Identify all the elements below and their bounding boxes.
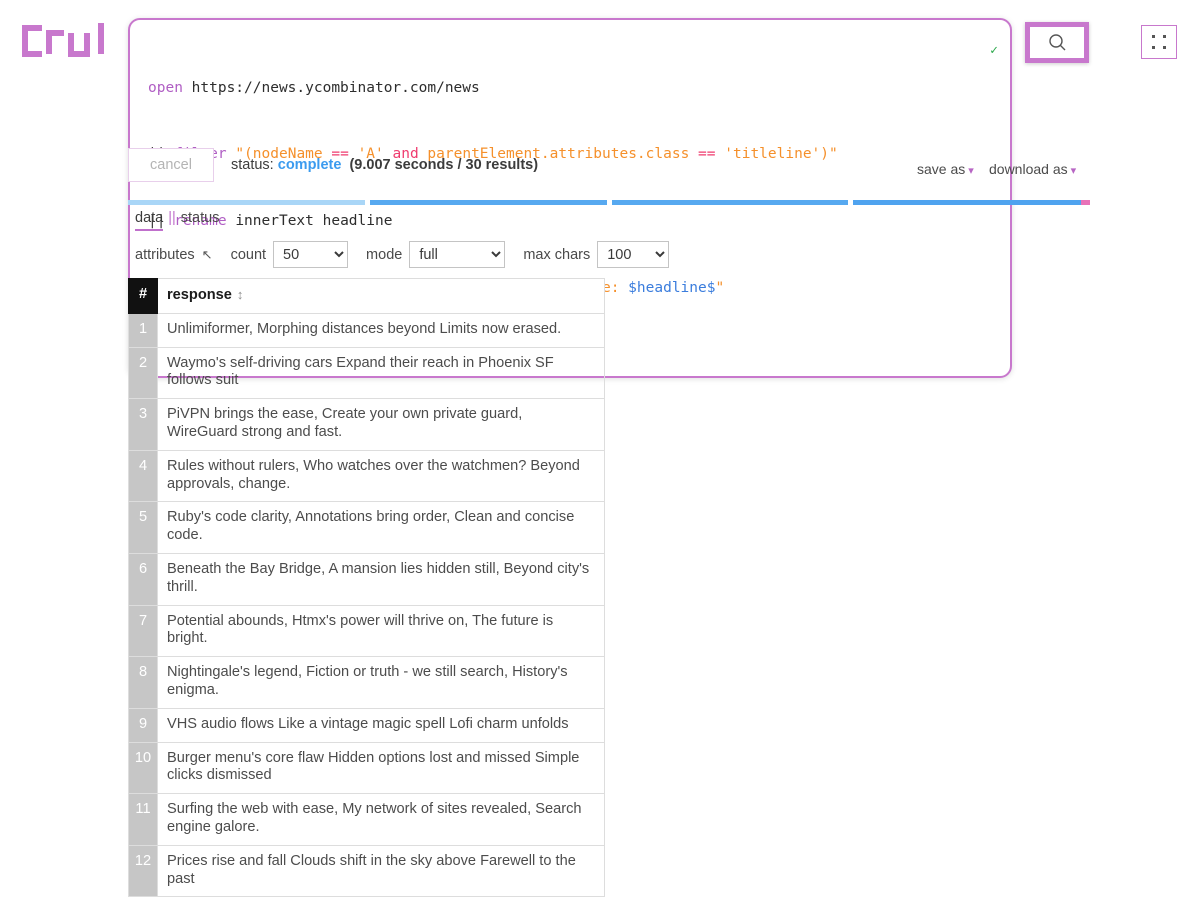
row-response: Burger menu's core flaw Hidden options l… [157, 741, 605, 795]
cancel-button[interactable]: cancel [128, 148, 214, 182]
row-index: 9 [128, 707, 158, 743]
row-index: 8 [128, 656, 158, 709]
tab-data[interactable]: data [135, 210, 164, 231]
download-as-dropdown[interactable]: download as ▾ [989, 161, 1076, 177]
row-response: Potential abounds, Htmx's power will thr… [157, 604, 605, 658]
crul-logo: ® [18, 20, 136, 74]
progress-segment-2 [369, 200, 607, 205]
row-index: 10 [128, 741, 158, 795]
row-index: 7 [128, 604, 158, 658]
column-header-response-label: response [167, 287, 232, 303]
table-row[interactable]: 5 Ruby's code clarity, Annotations bring … [128, 501, 605, 554]
row-response: Waymo's self-driving cars Expand their r… [157, 346, 605, 400]
collapse-arrow-icon[interactable]: ↖ [202, 247, 213, 263]
progress-segment-4 [853, 200, 1090, 205]
row-response: PiVPN brings the ease, Create your own p… [157, 398, 605, 451]
command-line-3: || rename innerText headline [148, 210, 992, 232]
status-bar: cancel status: complete (9.007 seconds /… [128, 148, 1090, 186]
row-response: Beneath the Bay Bridge, A mansion lies h… [157, 552, 605, 606]
results-table: # response ↕ 1 Unlimiformer, Morphing dist… [128, 278, 605, 897]
row-response: Rules without rulers, Who watches over t… [157, 449, 605, 503]
progress-segment-tip [1081, 200, 1090, 205]
tab-status[interactable]: status [181, 210, 220, 229]
column-header-index: # [128, 278, 158, 314]
table-row[interactable]: 9 VHS audio flows Like a vintage magic sp… [128, 707, 605, 743]
row-response: Unlimiformer, Morphing distances beyond … [157, 312, 605, 348]
row-index: 11 [128, 793, 158, 846]
command-valid-checkmark: ✓ [990, 43, 998, 58]
command-url: https://news.ycombinator.com/news [182, 79, 480, 96]
download-as-label: download as [989, 161, 1068, 177]
grid-view-button[interactable] [1141, 25, 1177, 59]
chevron-down-icon: ▾ [968, 165, 974, 177]
prompt-close-quote: " [715, 280, 725, 297]
mode-label: mode [366, 246, 403, 263]
row-index: 6 [128, 552, 158, 606]
table-row[interactable]: 11 Surfing the web with ease, My network … [128, 793, 605, 846]
results-table-body: 1 Unlimiformer, Morphing distances beyond… [128, 312, 605, 897]
result-controls: attributes ↖ count 50 mode full max char… [135, 241, 670, 268]
tab-bar: data || status [135, 210, 219, 231]
table-row[interactable]: 2 Waymo's self-driving cars Expand their … [128, 346, 605, 400]
row-index: 1 [128, 312, 158, 348]
top-bar: ® open https://news.ycombinator.com/news… [0, 0, 1185, 379]
table-row[interactable]: 1 Unlimiformer, Morphing distances beyond… [128, 312, 605, 348]
tab-separator: || [168, 210, 176, 226]
row-response: Nightingale's legend, Fiction or truth -… [157, 656, 605, 709]
table-row[interactable]: 8 Nightingale's legend, Fiction or truth … [128, 656, 605, 709]
status-timing: (9.007 seconds / 30 results) [349, 157, 539, 173]
table-row[interactable]: 10 Burger menu's core flaw Hidden options… [128, 741, 605, 795]
attributes-label: attributes [135, 246, 195, 263]
save-as-dropdown[interactable]: save as ▾ [917, 161, 974, 177]
progress-segment-3 [611, 200, 849, 205]
status-value: complete [277, 157, 342, 173]
save-as-label: save as [917, 161, 966, 177]
table-row[interactable]: 7 Potential abounds, Htmx's power will th… [128, 604, 605, 658]
table-row[interactable]: 12 Prices rise and fall Clouds shift in t… [128, 844, 605, 897]
mode-select[interactable]: full [409, 241, 506, 268]
search-button[interactable] [1025, 22, 1089, 63]
prompt-variable-headline: $headline$ [628, 280, 716, 297]
max-chars-label: max chars [523, 246, 591, 263]
count-label: count [230, 246, 267, 263]
status-message: status: complete (9.007 seconds / 30 res… [231, 157, 538, 173]
row-index: 5 [128, 501, 158, 554]
count-select[interactable]: 50 [273, 241, 349, 268]
max-chars-select[interactable]: 100 [597, 241, 670, 268]
progress-bar [128, 200, 1090, 205]
row-response: Surfing the web with ease, My network of… [157, 793, 605, 846]
row-index: 3 [128, 398, 158, 451]
table-row[interactable]: 6 Beneath the Bay Bridge, A mansion lies … [128, 552, 605, 606]
command-keyword-open: open [148, 79, 183, 96]
column-header-response[interactable]: response ↕ [157, 278, 605, 314]
command-line-1: open https://news.ycombinator.com/news [148, 77, 992, 99]
row-response: Ruby's code clarity, Annotations bring o… [157, 501, 605, 554]
search-icon [1048, 34, 1065, 51]
sort-updown-icon[interactable]: ↕ [237, 287, 244, 302]
progress-segment-1 [128, 200, 365, 205]
table-row[interactable]: 3 PiVPN brings the ease, Create your own … [128, 398, 605, 451]
status-label: status: [231, 157, 274, 173]
row-index: 12 [128, 844, 158, 897]
rename-arguments: innerText headline [226, 213, 393, 230]
chevron-down-icon: ▾ [1070, 165, 1077, 177]
table-header-row: # response ↕ [128, 278, 605, 314]
grid-dots-icon [1152, 35, 1166, 49]
row-index: 4 [128, 449, 158, 503]
table-row[interactable]: 4 Rules without rulers, Who watches over … [128, 449, 605, 503]
row-index: 2 [128, 346, 158, 400]
row-response: Prices rise and fall Clouds shift in the… [157, 844, 605, 897]
row-response: VHS audio flows Like a vintage magic spe… [157, 707, 605, 743]
